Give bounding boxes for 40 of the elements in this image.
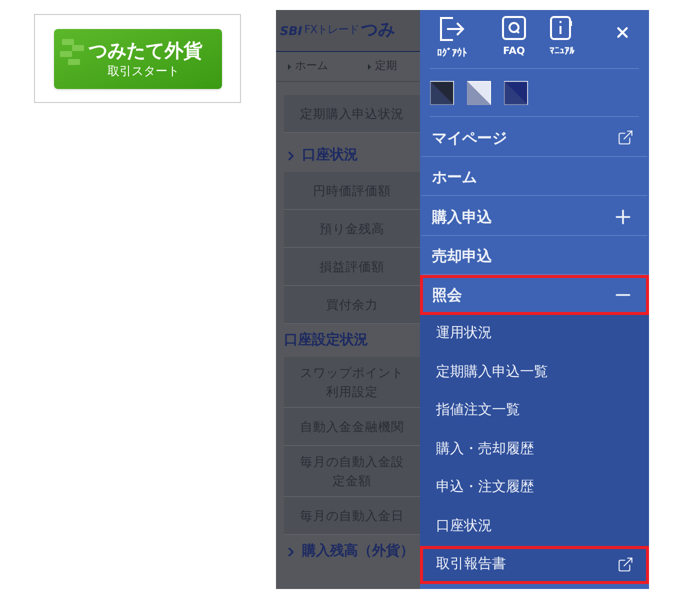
toolbar-button[interactable]: ﾏﾆｭｱﾙ — [542, 16, 582, 59]
menu-item-label: 指値注文一覧 — [436, 401, 520, 420]
menu-item-label: 定期購入申込一覧 — [436, 362, 548, 382]
close-icon[interactable] — [614, 24, 631, 41]
menu-item-label: 運用状況 — [436, 324, 492, 344]
theme-swatch[interactable] — [467, 80, 491, 104]
exit-arrow-icon — [439, 16, 465, 42]
menu-item[interactable]: 申込・注文履歴 — [420, 468, 649, 507]
menu-item[interactable]: 売却申込 — [420, 236, 649, 275]
menu-item[interactable]: 照会 — [420, 275, 649, 314]
menu-item-label: 売却申込 — [432, 246, 492, 267]
menu-item[interactable]: ホーム — [420, 156, 649, 196]
toolbar-button[interactable]: ﾛｸﾞｱｳﾄ — [430, 16, 474, 61]
menu-item[interactable]: 購入・売却履歴 — [420, 430, 649, 468]
menu-item-label: マイページ — [432, 128, 507, 148]
start-trading-button[interactable]: つみたて外貨 取引スタート — [54, 28, 222, 88]
menu-item[interactable]: 指値注文一覧 — [420, 392, 649, 430]
section-heading: 口座設定状況 — [284, 330, 368, 350]
triangle-icon — [288, 64, 291, 70]
menu-item-label: 照会 — [432, 284, 462, 306]
menu-item-label: 申込・注文履歴 — [436, 478, 534, 498]
question-icon — [502, 16, 526, 40]
section-heading: 購入残高（外貨） — [302, 542, 414, 561]
theme-swatch[interactable] — [430, 80, 454, 104]
toolbar-button[interactable]: FAQ — [494, 16, 534, 59]
menu-item[interactable]: 取引報告書 — [420, 546, 649, 584]
banner-subtitle: 取引スタート — [106, 62, 180, 78]
menu-item[interactable]: 口座状況 — [420, 507, 649, 546]
menu-item-label: 購入申込 — [432, 206, 492, 228]
triangle-icon — [368, 64, 371, 70]
menu-item-label: 口座状況 — [436, 516, 492, 536]
menu-item-label: ホーム — [432, 167, 477, 188]
banner-title: つみたて外貨 — [88, 38, 202, 62]
section-heading: 口座状況 — [302, 146, 358, 165]
menu-item[interactable]: 定期購入申込一覧 — [420, 353, 649, 392]
theme-swatch[interactable] — [504, 80, 528, 104]
menu-item-label: 購入・売却履歴 — [436, 440, 534, 459]
menu-item-label: 取引報告書 — [436, 555, 506, 574]
info-book-icon — [550, 16, 574, 40]
menu-item[interactable]: 運用状況 — [420, 314, 649, 353]
